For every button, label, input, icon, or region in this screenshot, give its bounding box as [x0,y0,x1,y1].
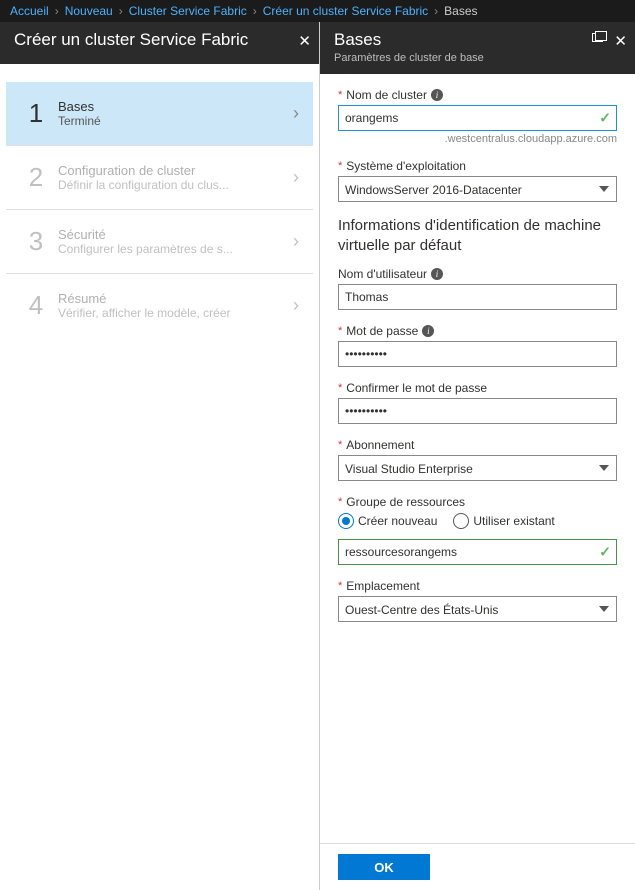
step-title: Sécurité [58,227,293,242]
field-os: * Système d'exploitation WindowsServer 2… [338,159,617,202]
username-input[interactable] [338,284,617,310]
radio-icon [453,513,469,529]
checkmark-icon: ✓ [599,544,611,561]
form-blade-title: Bases [334,30,621,50]
wizard-steps: 1 Bases Terminé › 2 Configuration de clu… [0,64,319,355]
cluster-name-label: Nom de cluster [346,88,427,102]
field-resource-group: * Groupe de ressources Créer nouveau Uti… [338,495,617,565]
cluster-name-suffix: .westcentralus.cloudapp.azure.com [338,133,617,145]
field-cluster-name: * Nom de cluster i ✓ .westcentralus.clou… [338,88,617,145]
required-indicator: * [338,325,342,337]
step-title: Résumé [58,291,293,306]
breadcrumb-sep: › [253,4,257,18]
wizard-step-security[interactable]: 3 Sécurité Configurer les paramètres de … [6,210,313,274]
os-select[interactable]: WindowsServer 2016-Datacenter [338,176,617,202]
step-title: Bases [58,99,293,114]
password-label: Mot de passe [346,324,418,338]
ok-button[interactable]: OK [338,854,430,880]
breadcrumb-new[interactable]: Nouveau [65,4,113,18]
subscription-label: Abonnement [346,438,414,452]
location-label: Emplacement [346,579,419,593]
password-input[interactable] [338,341,617,367]
wizard-blade-header: Créer un cluster Service Fabric ✕ [0,22,319,64]
step-subtitle: Vérifier, afficher le modèle, créer [58,306,258,320]
field-location: * Emplacement Ouest-Centre des États-Uni… [338,579,617,622]
wizard-step-config[interactable]: 2 Configuration de cluster Définir la co… [6,146,313,210]
chevron-right-icon: › [293,231,299,252]
breadcrumb-cluster-sf[interactable]: Cluster Service Fabric [129,4,247,18]
username-label: Nom d'utilisateur [338,267,427,281]
step-subtitle: Définir la configuration du clus... [58,178,258,192]
step-number: 3 [20,226,52,257]
step-title: Configuration de cluster [58,163,293,178]
os-label: Système d'exploitation [346,159,466,173]
chevron-right-icon: › [293,167,299,188]
form-blade: Bases Paramètres de cluster de base ✕ * … [320,22,635,890]
field-password: * Mot de passe i [338,324,617,367]
step-subtitle: Configurer les paramètres de s... [58,242,258,256]
vm-creds-heading: Informations d'identification de machine… [338,216,617,255]
chevron-right-icon: › [293,295,299,316]
resource-group-label: Groupe de ressources [346,495,465,509]
radio-use-existing-label: Utiliser existant [473,514,554,528]
checkmark-icon: ✓ [599,110,611,127]
location-select[interactable]: Ouest-Centre des États-Unis [338,596,617,622]
step-number: 1 [20,98,52,129]
required-indicator: * [338,439,342,451]
close-icon[interactable]: ✕ [614,32,627,50]
breadcrumb-create-cluster[interactable]: Créer un cluster Service Fabric [263,4,428,18]
breadcrumb-sep: › [434,4,438,18]
required-indicator: * [338,89,342,101]
breadcrumb-sep: › [119,4,123,18]
wizard-blade: Créer un cluster Service Fabric ✕ 1 Base… [0,22,320,890]
confirm-password-input[interactable] [338,398,617,424]
info-icon[interactable]: i [431,268,443,280]
required-indicator: * [338,580,342,592]
form-blade-header: Bases Paramètres de cluster de base ✕ [320,22,635,74]
radio-create-new-label: Créer nouveau [358,514,437,528]
wizard-blade-title: Créer un cluster Service Fabric [14,30,305,50]
confirm-password-label: Confirmer le mot de passe [346,381,487,395]
subscription-select[interactable]: Visual Studio Enterprise [338,455,617,481]
breadcrumb-bases: Bases [444,4,477,18]
form-footer: OK [320,843,635,890]
breadcrumb-sep: › [55,4,59,18]
wizard-step-summary[interactable]: 4 Résumé Vérifier, afficher le modèle, c… [6,274,313,337]
field-subscription: * Abonnement Visual Studio Enterprise [338,438,617,481]
step-number: 2 [20,162,52,193]
wizard-step-bases[interactable]: 1 Bases Terminé › [6,82,313,146]
resource-group-input[interactable] [338,539,617,565]
info-icon[interactable]: i [431,89,443,101]
required-indicator: * [338,160,342,172]
step-number: 4 [20,290,52,321]
info-icon[interactable]: i [422,325,434,337]
radio-create-new[interactable]: Créer nouveau [338,513,437,529]
field-username: Nom d'utilisateur i [338,267,617,310]
close-icon[interactable]: ✕ [298,32,311,50]
form-blade-subtitle: Paramètres de cluster de base [334,52,621,64]
field-confirm-password: * Confirmer le mot de passe [338,381,617,424]
chevron-right-icon: › [293,103,299,124]
breadcrumb: Accueil › Nouveau › Cluster Service Fabr… [0,0,635,22]
radio-use-existing[interactable]: Utiliser existant [453,513,554,529]
required-indicator: * [338,496,342,508]
step-subtitle: Terminé [58,114,258,128]
restore-icon[interactable] [592,33,603,42]
radio-icon [338,513,354,529]
required-indicator: * [338,382,342,394]
breadcrumb-home[interactable]: Accueil [10,4,49,18]
cluster-name-input[interactable] [338,105,617,131]
